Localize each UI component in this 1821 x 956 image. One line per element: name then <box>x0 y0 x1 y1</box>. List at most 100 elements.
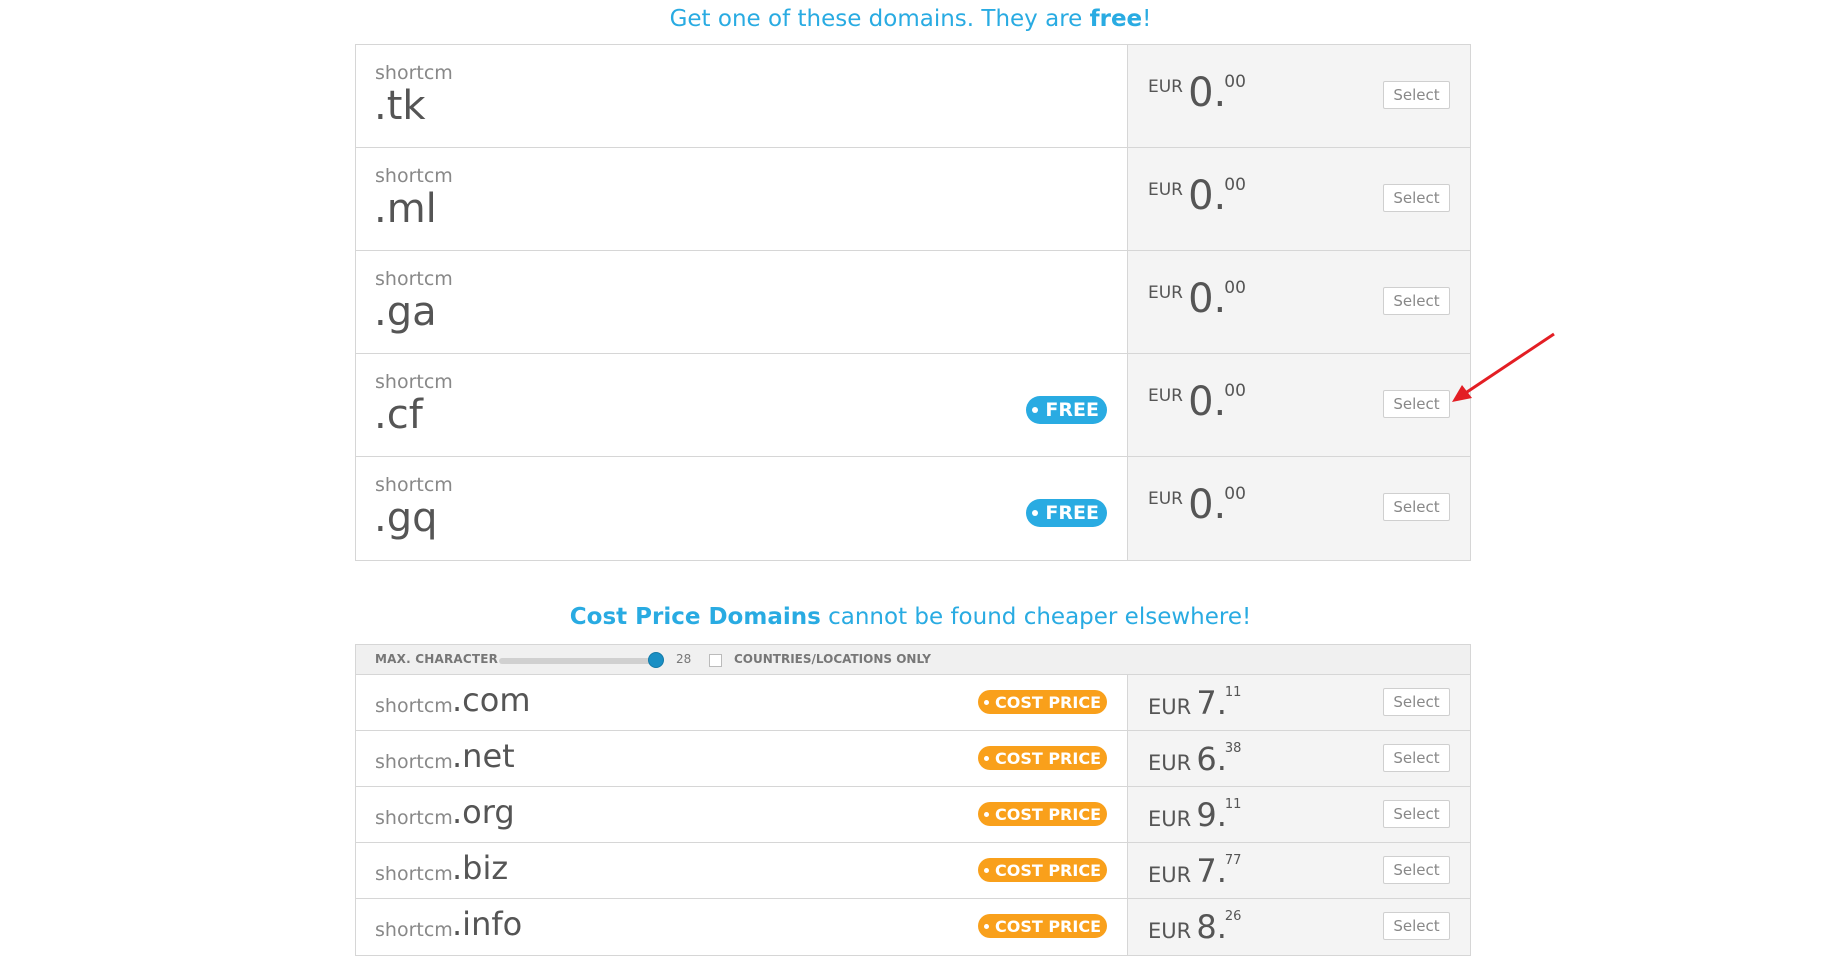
heading-bold-text: Cost Price Domains <box>569 604 821 630</box>
badge-dot-icon <box>983 867 989 873</box>
price-integer: 0. <box>1188 276 1227 322</box>
price-cell: EUR 0.00 Select <box>1128 45 1470 147</box>
cost-domains-heading: Cost Price Domains cannot be found cheap… <box>0 604 1821 630</box>
price: EUR 0.00 <box>1148 484 1246 525</box>
select-button[interactable]: Select <box>1383 912 1450 940</box>
price-integer: 0. <box>1188 173 1227 219</box>
select-button[interactable]: Select <box>1383 493 1450 521</box>
domain-name: shortcm <box>375 474 453 496</box>
price-integer: 7. <box>1196 684 1227 722</box>
badge-dot-icon <box>1032 510 1039 516</box>
currency: EUR <box>1148 489 1183 509</box>
price-integer: 0. <box>1188 70 1227 116</box>
currency: EUR <box>1148 807 1192 831</box>
domain-cell: shortcm .info COST PRICE <box>356 899 1128 955</box>
price-decimal: 00 <box>1224 278 1246 298</box>
price-cell: EUR 6.38 Select <box>1128 731 1470 786</box>
domain-name: shortcm <box>375 751 453 773</box>
domain-row: shortcm .org COST PRICE EUR 9.11 Select <box>356 787 1470 843</box>
price-cell: EUR 7.11 Select <box>1128 675 1470 730</box>
domain-tld: .biz <box>452 849 509 887</box>
domain-cell: shortcm .cf FREE <box>356 354 1128 456</box>
badge-text: COST PRICE <box>994 804 1101 824</box>
price: EUR 0.00 <box>1148 72 1246 113</box>
heading-bold-text: free <box>1089 6 1143 32</box>
currency: EUR <box>1148 283 1183 303</box>
price-integer: 0. <box>1188 379 1227 425</box>
select-button[interactable]: Select <box>1383 744 1450 772</box>
price: EUR 0.00 <box>1148 278 1246 319</box>
select-button[interactable]: Select <box>1383 184 1450 212</box>
countries-only-label[interactable]: COUNTRIES/LOCATIONS ONLY <box>734 652 931 666</box>
domain-tld: .cf <box>374 392 423 438</box>
select-button[interactable]: Select <box>1383 81 1450 109</box>
select-button[interactable]: Select <box>1383 287 1450 315</box>
domain-name: shortcm <box>375 695 453 717</box>
price-decimal: 00 <box>1224 381 1246 401</box>
badge-text: COST PRICE <box>994 860 1101 880</box>
domain-row: shortcm .tk EUR 0.00 Select <box>356 45 1470 148</box>
select-button[interactable]: Select <box>1383 800 1450 828</box>
badge-text: COST PRICE <box>994 916 1101 936</box>
currency: EUR <box>1148 180 1183 200</box>
max-character-slider-track[interactable] <box>499 658 653 664</box>
price: EUR 0.00 <box>1148 381 1246 422</box>
badge-text: FREE <box>1045 399 1099 421</box>
countries-only-checkbox[interactable] <box>709 654 722 667</box>
domain-name: shortcm <box>375 268 453 290</box>
free-badge: FREE <box>1026 396 1107 424</box>
price-cell: EUR 0.00 Select <box>1128 457 1470 560</box>
free-badge: FREE <box>1026 499 1107 527</box>
badge-text: FREE <box>1045 502 1099 524</box>
domain-cell: shortcm .ga <box>356 251 1128 353</box>
domain-tld: .ml <box>374 186 437 232</box>
domain-tld: .org <box>452 793 515 831</box>
price-decimal: 11 <box>1224 797 1242 812</box>
price-decimal: 11 <box>1224 685 1242 700</box>
price-cell: EUR 8.26 Select <box>1128 899 1470 955</box>
domain-tld: .com <box>452 681 531 719</box>
currency: EUR <box>1148 695 1192 719</box>
heading-suffix: ! <box>1142 6 1152 32</box>
domain-tld: .tk <box>374 83 426 129</box>
heading-text: cannot be found cheaper elsewhere! <box>820 604 1252 630</box>
cost-price-badge: COST PRICE <box>977 690 1107 714</box>
badge-text: COST PRICE <box>994 692 1101 712</box>
domain-row: shortcm .ga EUR 0.00 Select <box>356 251 1470 354</box>
currency: EUR <box>1148 919 1192 943</box>
domain-row: shortcm .cf FREE EUR 0.00 Select <box>356 354 1470 457</box>
max-character-slider-thumb[interactable] <box>648 652 664 668</box>
domain-row: shortcm .com COST PRICE EUR 7.11 Select <box>356 675 1470 731</box>
domain-name: shortcm <box>375 165 453 187</box>
free-domains-table: shortcm .tk EUR 0.00 Select shortcm .ml … <box>355 44 1471 561</box>
domain-row: shortcm .ml EUR 0.00 Select <box>356 148 1470 251</box>
domain-cell: shortcm .gq FREE <box>356 457 1128 560</box>
cost-domains-table: MAX. CHARACTER 28 COUNTRIES/LOCATIONS ON… <box>355 644 1471 956</box>
price-integer: 0. <box>1188 482 1227 528</box>
currency: EUR <box>1148 386 1183 406</box>
domain-name: shortcm <box>375 62 453 84</box>
price-integer: 9. <box>1196 796 1227 834</box>
domain-cell: shortcm .com COST PRICE <box>356 675 1128 730</box>
cost-price-badge: COST PRICE <box>977 746 1107 770</box>
price-cell: EUR 7.77 Select <box>1128 843 1470 898</box>
price-decimal: 38 <box>1224 741 1242 756</box>
select-button[interactable]: Select <box>1383 856 1450 884</box>
price-cell: EUR 0.00 Select <box>1128 148 1470 250</box>
price-decimal: 77 <box>1224 853 1242 868</box>
max-character-label: MAX. CHARACTER <box>375 652 499 666</box>
price-integer: 8. <box>1196 908 1227 946</box>
price-decimal: 00 <box>1224 484 1246 504</box>
annotation-arrow-icon <box>1452 332 1555 402</box>
price-decimal: 26 <box>1224 909 1242 924</box>
cost-price-badge: COST PRICE <box>977 914 1107 938</box>
select-button[interactable]: Select <box>1383 688 1450 716</box>
price: EUR 7.77 <box>1148 853 1242 887</box>
domain-row: shortcm .info COST PRICE EUR 8.26 Select <box>356 899 1470 955</box>
select-button[interactable]: Select <box>1383 390 1450 418</box>
price-cell: EUR 0.00 Select <box>1128 354 1470 456</box>
domain-cell: shortcm .biz COST PRICE <box>356 843 1128 898</box>
price-cell: EUR 0.00 Select <box>1128 251 1470 353</box>
domain-cell: shortcm .net COST PRICE <box>356 731 1128 786</box>
domain-row: shortcm .gq FREE EUR 0.00 Select <box>356 457 1470 560</box>
